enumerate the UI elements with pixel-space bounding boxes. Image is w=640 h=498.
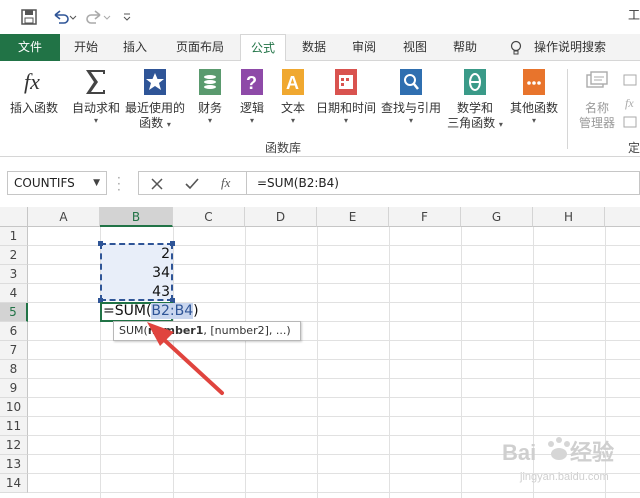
- baidu-watermark-logo: Bai 经验 jingyan.baidu.com: [502, 437, 614, 483]
- svg-text:Bai: Bai: [502, 440, 536, 465]
- svg-text:经验: 经验: [570, 440, 614, 465]
- svg-text:jingyan.baidu.com: jingyan.baidu.com: [519, 471, 609, 483]
- annotation-arrow: [147, 322, 224, 395]
